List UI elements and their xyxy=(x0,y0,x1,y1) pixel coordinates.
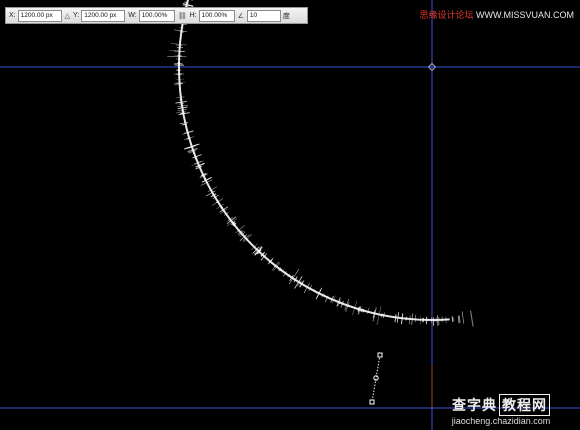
x-label: X: xyxy=(9,12,16,19)
sparkle-streak xyxy=(409,315,411,325)
y-label: Y: xyxy=(73,12,80,19)
w-label: W: xyxy=(128,12,137,19)
watermark-bottom-url: jiaocheng.chazidian.com xyxy=(451,416,551,426)
sparkle-streak xyxy=(178,103,184,105)
watermark-bottom: 查字典 教程网 jiaocheng.chazidian.com xyxy=(432,394,570,426)
sparkle-streak xyxy=(167,55,187,58)
width-input[interactable]: 100.00% xyxy=(138,9,175,22)
x-field-group: X: 1200.00 px xyxy=(9,9,62,22)
sparkle-streak xyxy=(179,105,184,107)
sparkle-streak xyxy=(469,310,474,327)
handle-bottom xyxy=(369,399,375,405)
document-canvas[interactable] xyxy=(0,0,580,430)
angle-icon: ∠ xyxy=(237,12,244,20)
h-field-group: H: 100.00% xyxy=(189,9,235,22)
sparkle-streak xyxy=(175,82,186,84)
h-label: H: xyxy=(189,12,197,19)
y-position-input[interactable]: 1200.00 px xyxy=(81,9,126,22)
transform-handle[interactable] xyxy=(369,352,383,405)
sparkle-streak xyxy=(175,44,183,47)
sparkle-streak xyxy=(180,112,185,115)
height-input[interactable]: 100.00% xyxy=(198,9,235,22)
link-icon[interactable]: ⛓ xyxy=(178,12,187,20)
angle-unit: 度 xyxy=(282,12,290,20)
sparkle-streak xyxy=(411,313,414,325)
sparkle-streak xyxy=(171,43,187,46)
sparkle-streak xyxy=(173,50,185,53)
w-field-group: W: 100.00% xyxy=(128,9,175,22)
sparkle-streak xyxy=(461,311,464,324)
sparkle-ring xyxy=(167,0,474,327)
sparkle-streak xyxy=(381,313,383,318)
y-field-group: Y: 1200.00 px xyxy=(73,9,126,22)
sparkle-streak xyxy=(362,309,365,313)
transform-options-bar: X: 1200.00 px △ Y: 1200.00 px W: 100.00%… xyxy=(5,7,308,24)
x-position-input[interactable]: 1200.00 px xyxy=(17,9,62,22)
watermark-top: 思缘设计论坛 WWW.MISSVUAN.COM xyxy=(419,8,574,21)
angle-field-group: 10 度 xyxy=(246,9,290,22)
angle-input[interactable]: 10 xyxy=(246,9,281,22)
reference-point-icon[interactable]: △ xyxy=(65,12,70,20)
watermark-brand: 查字典 教程网 xyxy=(432,394,570,416)
sparkle-streak xyxy=(401,313,404,325)
watermark-top-url: WWW.MISSVUAN.COM xyxy=(476,10,574,20)
watermark-brand-b: 教程网 xyxy=(499,394,550,416)
watermark-top-cn: 思缘设计论坛 xyxy=(419,10,474,20)
handle-top xyxy=(377,352,383,358)
watermark-brand-a: 查字典 xyxy=(452,397,497,413)
